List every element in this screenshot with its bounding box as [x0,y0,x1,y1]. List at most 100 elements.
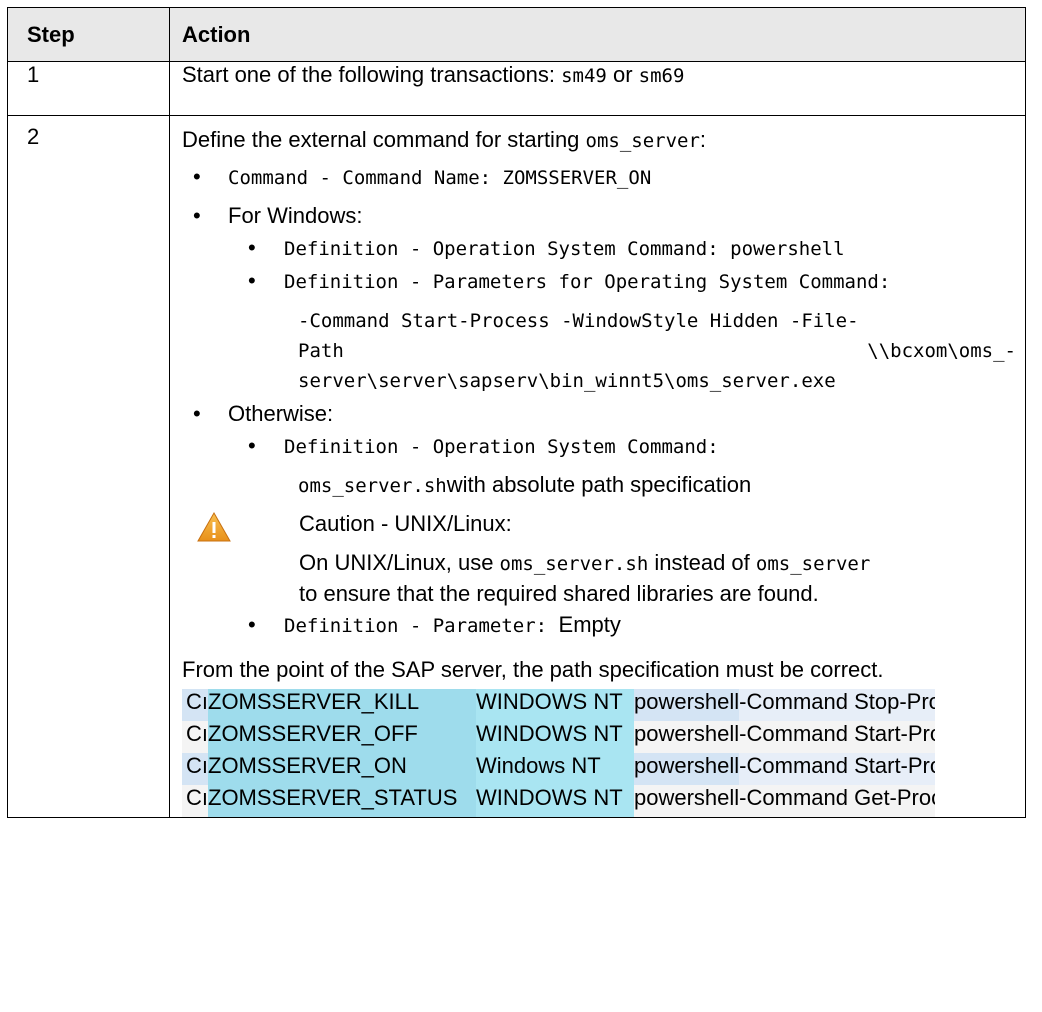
step-number-text: 2 [27,124,40,149]
caution-text-part: to ensure that the required shared libra… [299,581,819,606]
field-value: powershell [730,238,845,260]
field-label: Definition - Parameter: [284,615,559,637]
param-line: -Command Start-Process -WindowStyle Hidd… [298,310,859,332]
caution-text-part: instead of [648,550,756,575]
step1-or: or [606,62,639,87]
os-command-cell: powershell [634,689,740,721]
bullet-win-os-command: • Definition - Operation System Command:… [182,232,1016,265]
command-type-cell-text: Cı [186,721,208,746]
command-type-cell-text: Cı [186,753,208,778]
bullet-icon: • [248,235,256,260]
command-name-cell-text: ZOMSSERVER_STATUS [208,785,458,810]
bullet-oth-parameter: • Definition - Parameter: Empty [182,609,1016,642]
step-row-2: 2 Define the external command for starti… [7,115,1026,818]
param-line-part: Path [298,340,344,362]
sap-commands-table: Cı ZOMSSERVER_KILL WINDOWS NT powershell -Co… [182,689,936,817]
os-command-cell-text: powershell [634,689,740,714]
step1-text: Start one of the following transactions: [182,62,562,87]
parameters-cell-text: -Command Start-Proce [739,721,935,746]
field-value: ZOMSSERVER_ON [502,167,652,189]
field-label: Definition - Operation System Command: [284,238,731,260]
os-cell-text: WINDOWS NT [476,785,623,810]
footer-note: From the point of the SAP server, the pa… [182,657,884,682]
os-cell: WINDOWS NT [476,689,634,721]
param-line: server\server\sapserv\bin_winnt5\oms_ser… [298,370,836,392]
bullet-icon: • [248,268,256,293]
command-type-cell-text: Cı [186,689,208,714]
caution-text-part: On UNIX/Linux, use [299,550,500,575]
header-step: Step [7,7,170,62]
bullet-icon: • [193,401,201,426]
os-cell-text: Windows NT [476,753,601,778]
bullet-windows: • For Windows: [182,200,1016,232]
sap-command-row[interactable]: Cı ZOMSSERVER_STATUS WINDOWS NT powershell -… [182,785,936,817]
os-cell-text: WINDOWS NT [476,689,623,714]
field-value-text: with absolute path specification [446,472,752,497]
step-number: 2 [7,115,170,818]
step-action: Start one of the following transactions:… [169,61,1026,116]
sap-command-row[interactable]: Cı ZOMSSERVER_ON Windows NT powershell -Comm… [182,753,936,785]
command-name-cell-text: ZOMSSERVER_OFF [208,721,418,746]
bullet-icon: • [248,433,256,458]
bullet-command-name: • Command - Command Name: ZOMSSERVER_ON [182,161,1016,194]
intro-text: Define the external command for starting [182,127,586,152]
os-cell: Windows NT [476,753,634,785]
step-action: Define the external command for starting… [169,115,1026,818]
bullet-oth-os-command: • Definition - Operation System Command: [182,430,1016,463]
otherwise-label: Otherwise: [228,401,334,426]
sap-command-row[interactable]: Cı ZOMSSERVER_KILL WINDOWS NT powershell -Co… [182,689,936,721]
parameters-cell: -Command Start-Proce [739,753,936,785]
param-line: Path \\bcxom\oms_- [298,336,1016,366]
windows-label: For Windows: [228,203,363,228]
caution-title: Caution - UNIX/Linux: [299,511,512,536]
parameters-cell: -Command Start-Proce [739,721,936,753]
field-value: Empty [558,612,621,637]
command-name-cell: ZOMSSERVER_KILL [208,689,476,721]
os-command-cell: powershell [634,785,740,817]
parameters-cell-text: -Command Start-Proce [739,753,935,778]
intro-code: oms_server [585,130,700,152]
os-cell: WINDOWS NT [476,785,634,817]
command-name-cell-text: ZOMSSERVER_KILL [208,689,420,714]
transaction-code: sm49 [561,65,607,87]
command-type-cell: Cı [182,721,208,753]
parameters-cell: -Command Stop-Proces [739,689,936,721]
step2-intro: Define the external command for starting… [182,116,1016,157]
step-row-1: 1 Start one of the following transaction… [7,61,1026,116]
command-type-cell: Cı [182,753,208,785]
bullet-icon: • [193,203,201,228]
sap-command-row[interactable]: Cı ZOMSSERVER_OFF WINDOWS NT powershell -Com… [182,721,936,753]
field-label: Definition - Operation System Command: [284,436,719,458]
oth-os-command-value: oms_server.shwith absolute path specific… [182,469,1016,502]
os-command-cell-text: powershell [634,753,740,778]
command-type-cell: Cı [182,785,208,817]
parameters-cell: -Command Get-Process [739,785,936,817]
intro-colon: : [699,127,707,152]
os-cell: WINDOWS NT [476,721,634,753]
bullet-otherwise: • Otherwise: [182,398,1016,430]
procedure-table: Step Action 1 Start one of the following… [7,7,1026,818]
bullet-icon: • [248,612,256,637]
caution-code: oms_server.sh [499,553,649,575]
bullet-icon: • [193,164,201,189]
field-label: Command - Command Name: [228,167,503,189]
caution-text: On UNIX/Linux, use oms_server.sh instead… [299,548,1016,609]
command-name-cell: ZOMSSERVER_OFF [208,721,476,753]
os-cell-text: WINDOWS NT [476,721,623,746]
command-name-cell-text: ZOMSSERVER_ON [208,753,407,778]
caution-note: Caution - UNIX/Linux: On UNIX/Linux, use… [182,508,1016,609]
header-action: Action [169,7,1026,62]
os-command-cell-text: powershell [634,785,740,810]
caution-code: oms_server [755,553,871,575]
header-row: Step Action [7,7,1026,62]
os-command-cell-text: powershell [634,721,740,746]
command-type-cell-text: Cı [186,785,208,810]
command-type-cell: Cı [182,689,208,721]
parameters-cell-text: -Command Get-Process [739,785,935,810]
param-line-part: \\bcxom\oms_- [867,340,1016,362]
step-number: 1 [7,61,170,116]
warning-triangle-icon [197,512,231,542]
os-command-cell: powershell [634,753,740,785]
parameters-cell-text: -Command Stop-Proces [739,689,936,714]
field-value-code: oms_server.sh [298,475,447,497]
